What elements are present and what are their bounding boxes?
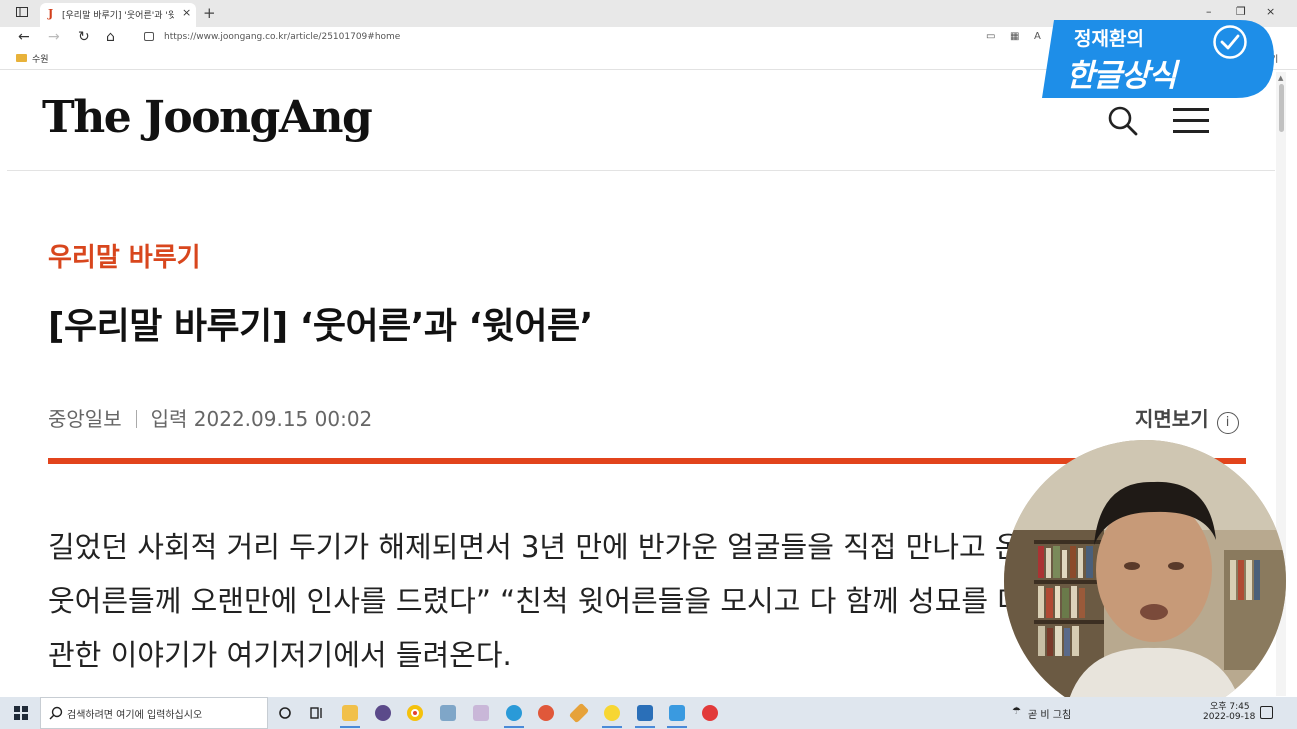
browser-tab[interactable]: J [우리말 바루기] '웃어른'과 '윗어 × <box>40 3 196 27</box>
search-button[interactable] <box>1107 105 1139 137</box>
forward-button[interactable]: → <box>48 29 60 45</box>
firefox-icon[interactable] <box>370 701 396 725</box>
paint-icon <box>473 705 489 721</box>
cortana-icon[interactable] <box>272 701 298 725</box>
search-icon <box>49 706 63 720</box>
menu-line <box>1173 119 1209 122</box>
paint-icon[interactable] <box>468 701 494 725</box>
file-explorer-icon[interactable] <box>337 701 363 728</box>
windows-start-button[interactable] <box>14 706 28 720</box>
site-favicon-icon: J <box>48 7 54 20</box>
chrome-icon[interactable] <box>402 701 428 725</box>
article-headline: [우리말 바루기] ‘웃어른’과 ‘윗어른’ <box>48 306 593 347</box>
article-category[interactable]: 우리말 바루기 <box>48 237 201 274</box>
reload-button[interactable]: ↻ <box>78 29 90 45</box>
notes-icon <box>669 705 685 721</box>
tab-close-icon[interactable]: × <box>182 6 191 19</box>
cortana-icon <box>279 707 291 719</box>
url-text: https://www.joongang.co.kr/article/25101… <box>164 32 401 42</box>
weather-status[interactable]: 곧 비 그침 <box>1028 706 1071 721</box>
tab-title: [우리말 바루기] '웃어른'과 '윗어 <box>62 11 174 21</box>
clock-time[interactable]: 오후 7:45 <box>1210 699 1250 712</box>
maximize-button[interactable]: ❐ <box>1236 5 1246 18</box>
kakaotalk-icon <box>604 705 620 721</box>
info-icon: i <box>1216 412 1239 434</box>
home-button[interactable]: ⌂ <box>106 29 115 45</box>
paper-view-label: 지면보기 <box>1135 407 1209 431</box>
search-icon <box>1108 106 1138 136</box>
paper-view-button[interactable]: 지면보기 i <box>1135 403 1239 434</box>
taskbar-search-box[interactable]: 검색하려면 여기에 입력하십시오 <box>40 697 268 729</box>
pen-icon[interactable] <box>566 701 592 725</box>
taskbar-search-placeholder: 검색하려면 여기에 입력하십시오 <box>67 710 203 721</box>
task-view-icon[interactable] <box>303 701 329 725</box>
hamburger-menu-icon[interactable] <box>1173 108 1209 134</box>
weather-icon[interactable]: ☂ <box>1012 706 1021 717</box>
clock-date[interactable]: 2022-09-18 <box>1203 712 1255 722</box>
photos-icon[interactable] <box>632 701 658 728</box>
article-byline: 중앙일보 입력 2022.09.15 00:02 <box>48 403 372 432</box>
red-app-icon[interactable] <box>697 701 723 725</box>
kakaotalk-icon[interactable] <box>599 701 625 728</box>
article-source: 중앙일보 <box>48 407 122 431</box>
qr-code-icon[interactable]: ▦ <box>1010 31 1019 42</box>
minimize-button[interactable]: – <box>1206 5 1212 18</box>
windows-taskbar: 검색하려면 여기에 입력하십시오 ☂ 곧 비 그침 오후 7:45 2022-0… <box>0 697 1297 729</box>
new-tab-button[interactable]: + <box>203 4 216 22</box>
menu-line <box>1173 108 1209 111</box>
webcam-overlay <box>1004 440 1286 722</box>
photos-icon <box>637 705 653 721</box>
channel-badge: 정재환의 한글상식 <box>1040 18 1276 100</box>
header-divider <box>7 170 1275 171</box>
byline-separator <box>135 410 137 428</box>
folder-icon <box>16 54 27 62</box>
channel-name: 정재환의 <box>1074 28 1144 50</box>
task-view-icon <box>310 707 322 719</box>
app-available-icon[interactable]: ▭ <box>986 31 995 42</box>
window-close-button[interactable]: × <box>1266 5 1275 18</box>
app-icon[interactable] <box>435 701 461 725</box>
channel-title: 한글상식 <box>1066 58 1177 94</box>
back-button[interactable]: ← <box>18 29 30 45</box>
bookmark-folder-suwon[interactable]: 수원 <box>32 52 49 65</box>
presenter-video-image <box>1004 440 1286 722</box>
sidebar-toggle-icon <box>16 7 28 17</box>
site-logo[interactable]: The JoongAng <box>42 92 373 143</box>
lock-icon <box>144 32 154 41</box>
notes-icon[interactable] <box>664 701 690 728</box>
sidebar-toggle-icon[interactable] <box>12 4 32 22</box>
chrome-icon <box>407 705 423 721</box>
edge-icon[interactable] <box>501 701 527 728</box>
notification-icon[interactable] <box>1260 706 1273 719</box>
red-app-icon <box>702 705 718 721</box>
file-explorer-icon <box>342 705 358 721</box>
check-circle-icon <box>1213 25 1247 59</box>
url-field[interactable]: https://www.joongang.co.kr/article/25101… <box>138 29 1038 47</box>
app-icon <box>538 705 554 721</box>
pen-icon <box>568 702 590 724</box>
article-published-date: 입력 2022.09.15 00:02 <box>150 407 373 431</box>
firefox-icon <box>375 705 391 721</box>
scrollbar-thumb[interactable] <box>1279 84 1284 132</box>
menu-line <box>1173 130 1209 133</box>
scroll-up-icon[interactable]: ▲ <box>1278 74 1283 82</box>
app-icon <box>440 705 456 721</box>
edge-icon <box>506 705 522 721</box>
app-icon[interactable] <box>533 701 559 725</box>
